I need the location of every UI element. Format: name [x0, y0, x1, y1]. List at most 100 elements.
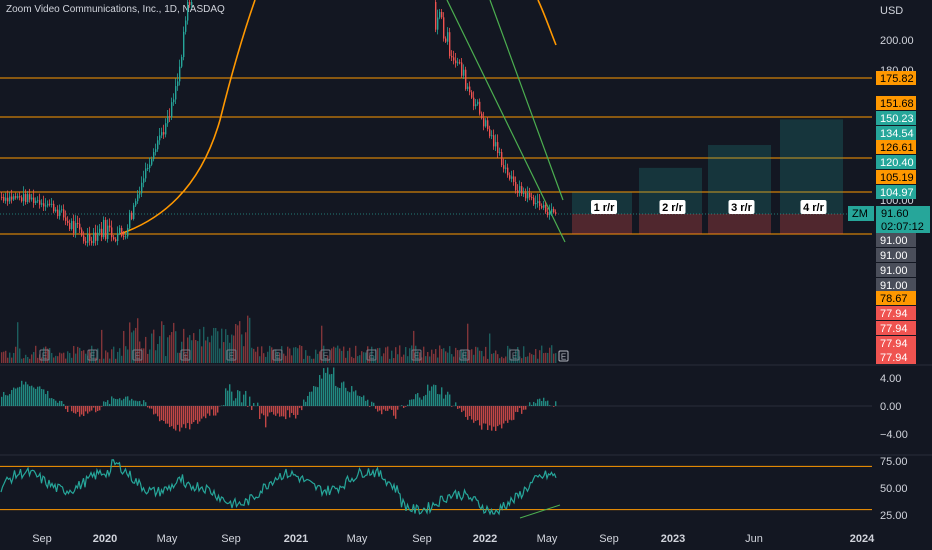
- histogram-bar: [427, 384, 429, 406]
- histogram-bar: [423, 396, 425, 406]
- volume-bar: [205, 340, 207, 363]
- histogram-bar: [123, 398, 125, 406]
- volume-bar: [19, 348, 21, 363]
- histogram-bar: [187, 406, 189, 424]
- volume-bar: [17, 322, 19, 363]
- volume-bar: [397, 354, 399, 363]
- volume-bar: [63, 352, 65, 363]
- histogram-bar: [107, 400, 109, 406]
- volume-bar: [223, 342, 225, 363]
- volume-bar: [441, 348, 443, 363]
- volume-bar: [291, 355, 293, 363]
- volume-bar: [117, 351, 119, 363]
- price-chart[interactable]: E E E E E E E E E E E E 1 r/r 2 r/r 3 r/r 4 r/r 200.00 1…: [0, 0, 932, 550]
- histogram-bar: [41, 388, 43, 406]
- histogram-bar: [213, 406, 215, 416]
- volume-bar: [379, 347, 381, 363]
- histogram-bar: [275, 406, 277, 416]
- histogram-bar: [279, 406, 281, 417]
- volume-bar: [343, 346, 345, 363]
- candle: [479, 101, 481, 114]
- candle: [21, 197, 23, 202]
- candle: [25, 194, 27, 202]
- histogram-bar: [183, 406, 185, 425]
- histogram-bar: [281, 406, 283, 417]
- histogram-bar: [309, 391, 311, 406]
- histogram-bar: [207, 406, 209, 414]
- histogram-bar: [269, 406, 271, 413]
- volume-bar: [243, 346, 245, 363]
- volume-bar: [347, 350, 349, 363]
- histogram-bar: [63, 404, 65, 406]
- histogram-bar: [27, 384, 29, 406]
- histogram-bar: [337, 387, 339, 406]
- histogram-bar: [217, 406, 219, 413]
- candle: [435, 2, 437, 30]
- candle: [19, 196, 21, 198]
- histogram-bar: [125, 396, 127, 406]
- histogram-bar: [73, 406, 75, 413]
- volume-bar: [499, 358, 501, 363]
- histogram-bar: [173, 406, 175, 429]
- volume-bar: [533, 354, 535, 363]
- histogram-bar: [1, 396, 3, 406]
- candle: [127, 227, 129, 237]
- histogram-bar: [233, 400, 235, 406]
- histogram-bar: [493, 406, 495, 427]
- volume-bar: [489, 333, 491, 363]
- histogram-bar: [119, 398, 121, 406]
- candle: [157, 140, 159, 150]
- histogram-bar: [377, 406, 379, 412]
- rsi-tick-label: 75.00: [880, 456, 908, 468]
- histogram-bar: [385, 406, 387, 411]
- histogram-bar: [425, 394, 427, 406]
- volume-bar: [269, 345, 271, 363]
- histogram-bar: [449, 394, 451, 406]
- candle: [55, 209, 57, 212]
- candle: [15, 196, 17, 198]
- histogram-bar: [473, 406, 475, 423]
- volume-bar: [255, 351, 257, 363]
- volume-bar: [113, 346, 115, 363]
- volume-bar: [295, 347, 297, 363]
- candle: [151, 159, 153, 165]
- rr-label: 2 r/r: [662, 202, 684, 214]
- channel-line-upper: [489, 0, 564, 201]
- candle: [171, 102, 173, 118]
- price-badge-label: 120.40: [880, 157, 914, 169]
- histogram-bar: [359, 396, 361, 406]
- earnings-marker-label: E: [414, 352, 419, 361]
- candle: [125, 236, 127, 238]
- volume-bar: [357, 356, 359, 363]
- volume-bar: [495, 350, 497, 363]
- histogram-bar: [431, 386, 433, 406]
- volume-bar: [297, 348, 299, 363]
- volume-bar: [253, 348, 255, 363]
- volume-bar: [293, 347, 295, 363]
- histogram-bar: [519, 406, 521, 408]
- volume-bar: [259, 356, 261, 363]
- candle: [93, 232, 95, 244]
- rr-label: 4 r/r: [803, 202, 825, 214]
- candle: [475, 104, 477, 107]
- histogram-bar: [347, 391, 349, 406]
- candle: [481, 113, 483, 119]
- histogram-bar: [369, 406, 371, 407]
- candle: [519, 186, 521, 194]
- volume-bar: [9, 352, 11, 363]
- candle: [543, 204, 545, 208]
- earnings-marker-label: E: [135, 352, 140, 361]
- price-badge-label: 77.94: [880, 323, 908, 335]
- volume-bar: [151, 333, 153, 363]
- volume-bar: [245, 332, 247, 363]
- candle: [97, 232, 99, 241]
- histogram-bar: [439, 394, 441, 406]
- histogram-bar: [433, 384, 435, 406]
- histogram-bar: [9, 394, 11, 406]
- histogram-bar: [483, 406, 485, 424]
- volume-bar: [477, 347, 479, 363]
- candle: [155, 149, 157, 153]
- volume-bar: [69, 352, 71, 363]
- candle: [189, 2, 191, 6]
- histogram-bar: [437, 394, 439, 406]
